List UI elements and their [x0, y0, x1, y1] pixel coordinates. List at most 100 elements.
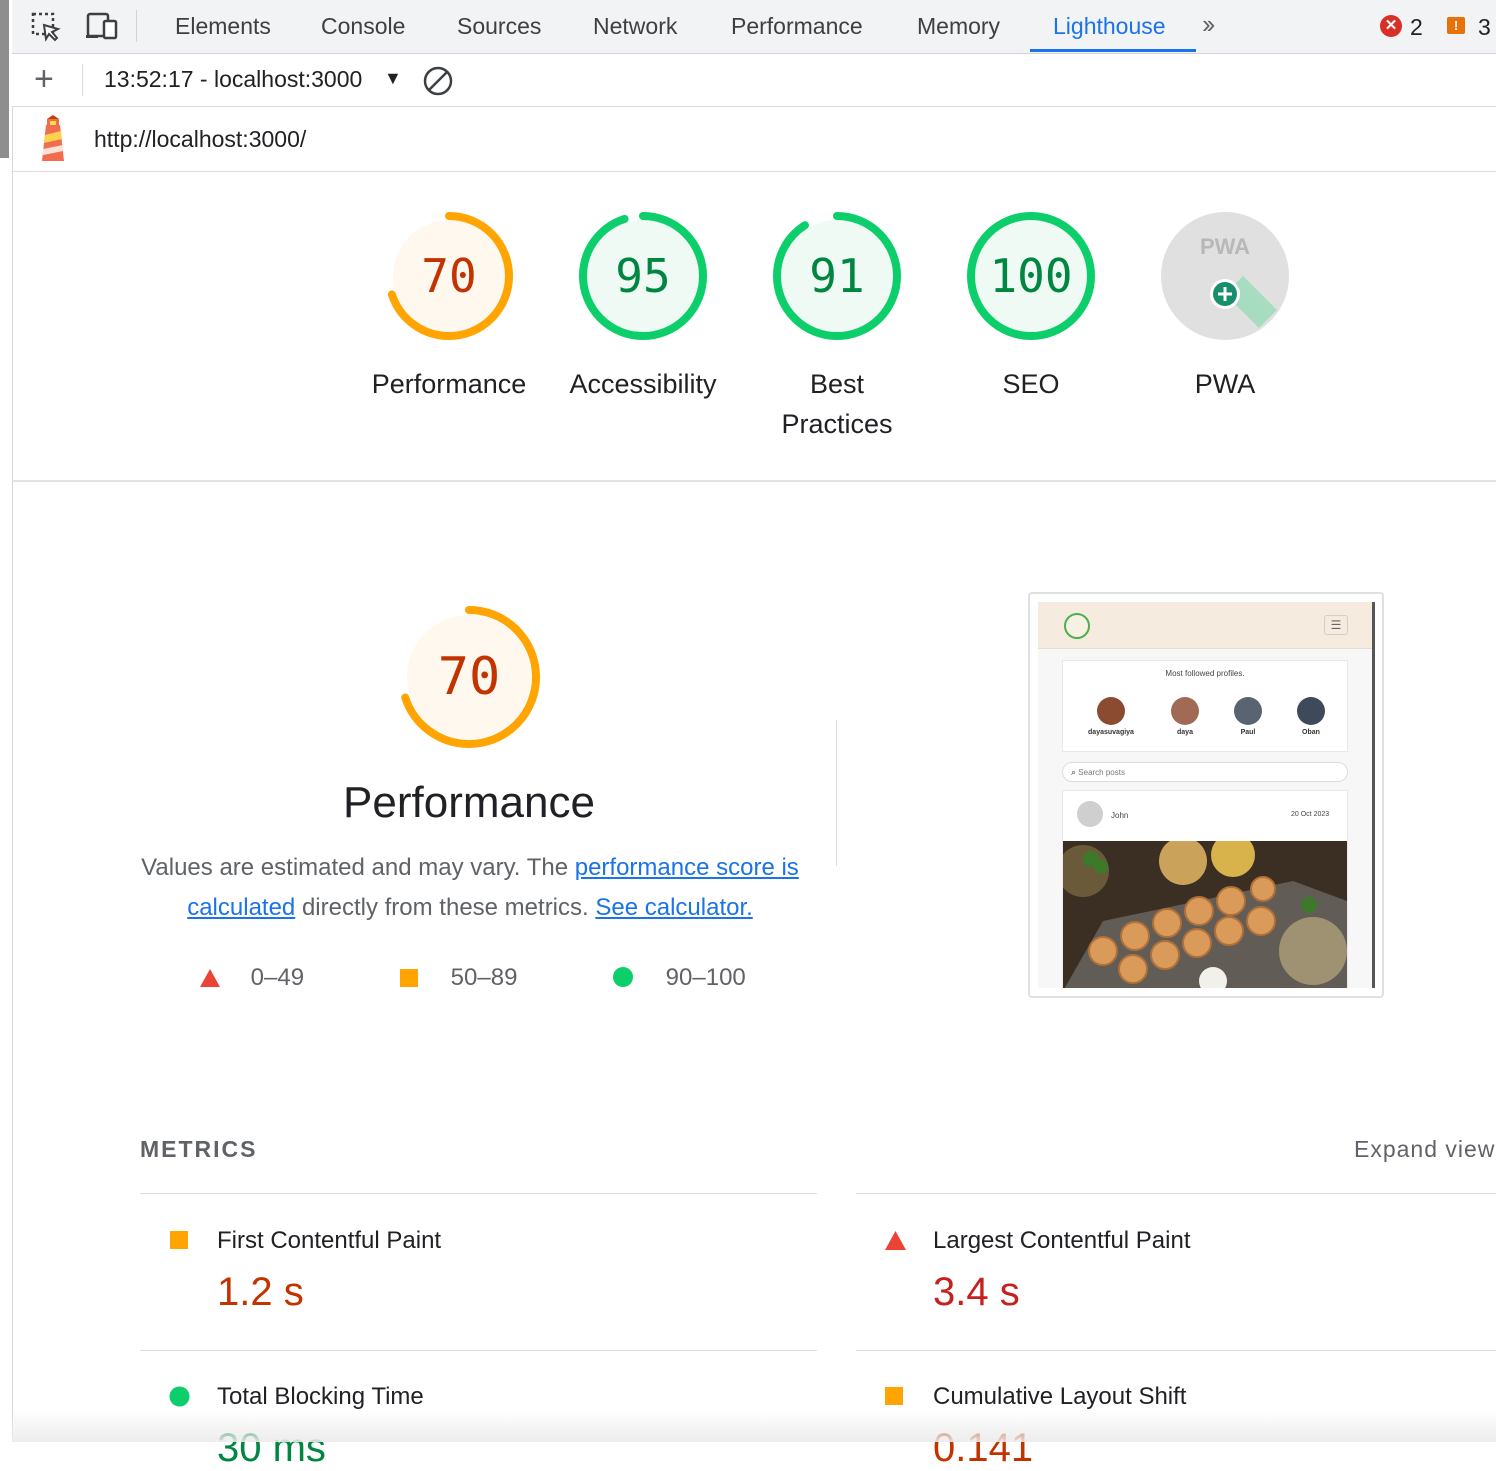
- report-selector[interactable]: 13:52:17 - localhost:3000: [104, 66, 362, 93]
- gauge-seo[interactable]: 100 SEO: [941, 210, 1121, 404]
- inspect-element-icon[interactable]: [30, 11, 62, 48]
- fail-triangle-icon: [200, 969, 220, 987]
- hamburger-menu-icon: ☰: [1324, 615, 1348, 635]
- tab-elements[interactable]: Elements: [175, 13, 271, 40]
- gauge-score: 100: [989, 249, 1073, 303]
- gauge-score: 95: [615, 249, 671, 303]
- performance-score: 70: [437, 647, 501, 707]
- metric-value-lcp: 3.4 s: [933, 1270, 1020, 1314]
- device-toolbar-icon[interactable]: [84, 11, 120, 48]
- metric-value-fcp: 1.2 s: [217, 1270, 304, 1314]
- legend-range: 90–100: [665, 964, 746, 991]
- gauge-label: Performance: [371, 369, 527, 399]
- post-card: John 20 Oct 2023: [1062, 790, 1348, 988]
- profile-name: Oban: [1302, 729, 1320, 736]
- warning-icon[interactable]: !: [1447, 17, 1465, 34]
- search-placeholder: Search posts: [1078, 768, 1125, 777]
- scroll-indicator[interactable]: [0, 0, 9, 158]
- see-calculator-link[interactable]: See calculator.: [595, 894, 752, 921]
- gauge-performance[interactable]: 70 Performance: [359, 210, 539, 404]
- search-posts-field: ⌕ Search posts: [1062, 762, 1348, 782]
- plus-icon[interactable]: +: [34, 62, 54, 96]
- tab-lighthouse[interactable]: Lighthouse: [1053, 13, 1166, 40]
- profile-name: Paul: [1240, 729, 1256, 736]
- gauge-accessibility[interactable]: 95 Accessibility: [553, 210, 733, 404]
- tab-performance[interactable]: Performance: [731, 13, 863, 40]
- metric-label-fcp: First Contentful Paint: [217, 1227, 442, 1254]
- tab-console[interactable]: Console: [321, 13, 405, 40]
- profiles-card: Most followed profiles. dayasuvagiya day…: [1062, 660, 1348, 752]
- average-square-icon: [885, 1387, 903, 1405]
- gauge-score: 91: [809, 249, 865, 303]
- expand-view-toggle[interactable]: Expand view: [1354, 1136, 1495, 1163]
- dropdown-caret-icon[interactable]: ▼: [384, 68, 402, 89]
- tab-network[interactable]: Network: [593, 13, 677, 40]
- metric-divider: [856, 1193, 1496, 1194]
- metrics-heading: METRICS: [140, 1136, 258, 1162]
- average-square-icon: [400, 969, 418, 987]
- warning-count[interactable]: 3: [1478, 14, 1491, 41]
- final-screenshot[interactable]: ☰ Most followed profiles. dayasuvagiya d…: [1028, 592, 1384, 998]
- avatar: [1234, 697, 1262, 725]
- site-logo-icon: [1064, 613, 1090, 639]
- fail-triangle-icon: [885, 1231, 906, 1250]
- report-toolbar: + 13:52:17 - localhost:3000 ▼: [12, 54, 1496, 107]
- desc-text: Values are estimated and may vary. The: [141, 854, 575, 881]
- clear-icon[interactable]: [422, 65, 454, 102]
- metric-divider: [140, 1350, 817, 1351]
- more-tabs-icon[interactable]: ››: [1202, 9, 1215, 40]
- devtools-tab-bar: Elements Console Sources Network Perform…: [12, 0, 1496, 54]
- tab-memory[interactable]: Memory: [917, 13, 1000, 40]
- avatar: [1171, 697, 1199, 725]
- lighthouse-logo-icon: [36, 115, 70, 168]
- audited-url: http://localhost:3000/: [94, 126, 307, 152]
- error-icon[interactable]: ✕: [1380, 15, 1402, 37]
- gauge-pwa[interactable]: PWA PWA: [1135, 210, 1315, 404]
- gauge-label: SEO: [1002, 369, 1060, 399]
- toolbar-separator: [82, 64, 83, 96]
- performance-description: Values are estimated and may vary. The p…: [140, 848, 800, 928]
- desc-text: directly from these metrics.: [295, 894, 596, 921]
- left-edge: [0, 0, 13, 1442]
- thumb-header: ☰: [1038, 602, 1372, 649]
- scroll-fade: [12, 1410, 1496, 1442]
- post-image: [1063, 841, 1347, 988]
- card-title: Most followed profiles.: [1165, 669, 1245, 678]
- gauge-label: Accessibility: [569, 369, 717, 399]
- error-count[interactable]: 2: [1410, 14, 1423, 41]
- profile-name: daya: [1177, 729, 1193, 736]
- gauge-label: PWA: [1194, 369, 1256, 399]
- gauge-score: 70: [421, 249, 477, 303]
- gauge-best-practices[interactable]: 91 Best Practices: [747, 210, 927, 444]
- search-icon: ⌕: [1071, 767, 1077, 777]
- metric-label-lcp: Largest Contentful Paint: [933, 1227, 1191, 1254]
- vertical-separator: [836, 720, 837, 866]
- post-user: John: [1111, 811, 1129, 820]
- toolbar-separator: [136, 10, 137, 42]
- performance-gauge: 70: [396, 604, 542, 750]
- average-square-icon: [170, 1231, 188, 1249]
- legend-pass: 90–100: [613, 964, 746, 992]
- screenshot-content: ☰ Most followed profiles. dayasuvagiya d…: [1038, 602, 1375, 988]
- gauge-label: Best Practices: [781, 369, 893, 439]
- performance-title: Performance: [343, 778, 595, 827]
- url-bar: http://localhost:3000/: [12, 107, 1496, 172]
- pwa-badge-text: PWA: [1200, 234, 1250, 259]
- avatar: [1077, 801, 1103, 827]
- post-date: 20 Oct 2023: [1291, 811, 1330, 818]
- legend-range: 50–89: [450, 964, 518, 991]
- section-divider: [12, 480, 1496, 482]
- active-tab-indicator: [1030, 49, 1196, 52]
- legend-average: 50–89: [400, 964, 517, 992]
- pass-circle-icon: [613, 967, 633, 987]
- metric-divider: [856, 1350, 1496, 1351]
- avatar: [1297, 697, 1325, 725]
- profile-name: dayasuvagiya: [1088, 729, 1134, 736]
- legend-fail: 0–49: [200, 964, 304, 992]
- avatar: [1097, 697, 1125, 725]
- tab-sources[interactable]: Sources: [457, 13, 541, 40]
- legend-range: 0–49: [250, 964, 305, 991]
- metric-label-cls: Cumulative Layout Shift: [933, 1383, 1187, 1410]
- pwa-badge-icon: PWA: [1161, 212, 1289, 340]
- metric-label-tbt: Total Blocking Time: [217, 1383, 424, 1410]
